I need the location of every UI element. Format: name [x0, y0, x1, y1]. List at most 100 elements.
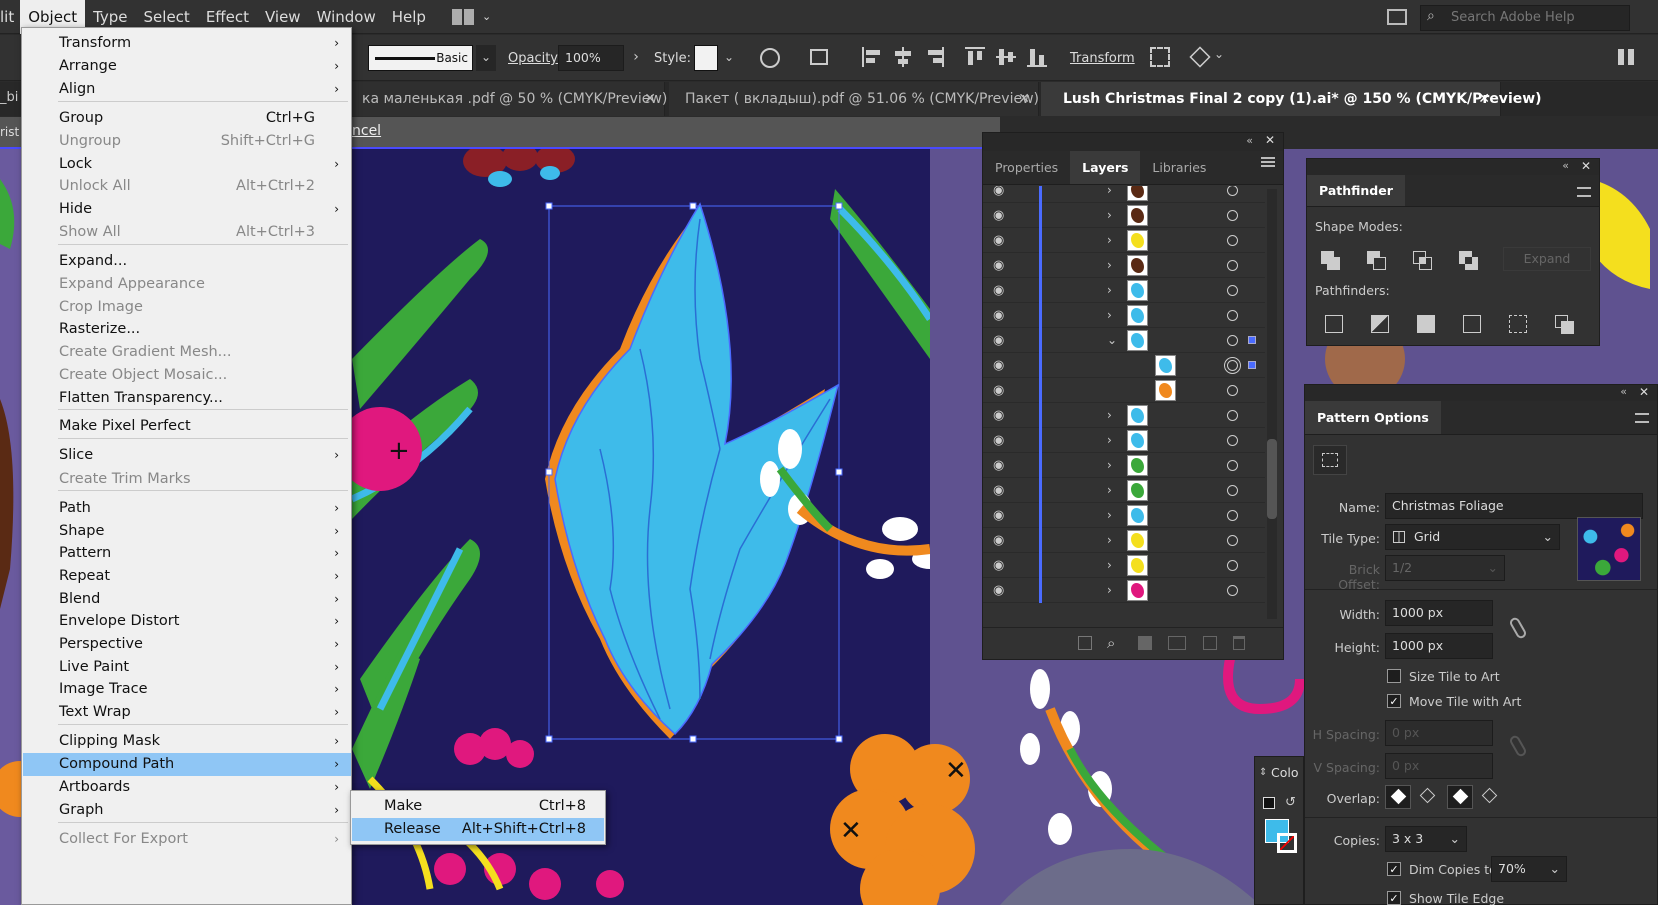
target-circle-icon[interactable]	[1227, 435, 1238, 446]
stroke-color-swatch[interactable]	[1277, 833, 1297, 853]
target-circle-icon[interactable]	[1227, 335, 1238, 346]
submenu-item-make[interactable]: Make Ctrl+8	[352, 795, 604, 818]
tab-pattern-options[interactable]: Pattern Options	[1305, 401, 1441, 434]
tab-pathfinder[interactable]: Pathfinder	[1307, 175, 1405, 206]
chevron-down-icon[interactable]: ⌄	[1107, 333, 1117, 347]
layer-row[interactable]: ◉ ›	[983, 278, 1265, 303]
visibility-eye-icon[interactable]: ◉	[993, 409, 1011, 422]
tab-document-1[interactable]: ка маленькая .pdf @ 50 % (CMYK/Preview) …	[350, 82, 667, 116]
layer-row[interactable]: ◉ ›	[983, 478, 1265, 503]
target-circle-icon[interactable]	[1227, 235, 1238, 246]
pattern-tile-tool-button[interactable]	[1313, 445, 1347, 475]
close-icon[interactable]: ✕	[1581, 159, 1591, 173]
tab-layers[interactable]: Layers	[1070, 151, 1141, 184]
tab-properties[interactable]: Properties	[983, 151, 1070, 184]
chevron-right-icon[interactable]: ›	[1107, 408, 1112, 422]
target-circle-icon[interactable]	[1227, 410, 1238, 421]
chevron-right-icon[interactable]: ›	[1107, 558, 1112, 572]
chevron-right-icon[interactable]: ›	[1107, 533, 1112, 547]
clipping-mask-icon[interactable]	[1138, 636, 1152, 650]
visibility-eye-icon[interactable]: ◉	[993, 484, 1011, 497]
overlap-bottom-in-front-icon[interactable]	[1477, 785, 1503, 809]
new-layer-icon[interactable]	[1203, 636, 1217, 650]
workspace-switcher-icon[interactable]	[451, 8, 474, 25]
trim-icon[interactable]	[1371, 315, 1389, 333]
menu-item-group[interactable]: Group Ctrl+G	[23, 107, 351, 130]
menu-help[interactable]: Help	[384, 0, 434, 34]
menu-item-transform[interactable]: Transform ›	[23, 32, 351, 55]
tab-document-2[interactable]: Пакет ( вкладыш).pdf @ 51.06 % (CMYK/Pre…	[669, 82, 1039, 116]
graphic-style-swatch[interactable]	[694, 45, 718, 71]
layer-row[interactable]: ◉ ›	[983, 186, 1265, 203]
pattern-name-field[interactable]: Christmas Foliage	[1385, 493, 1643, 519]
panel-grid-icon[interactable]	[1618, 49, 1634, 65]
collapse-icon[interactable]: «	[1562, 159, 1569, 172]
layer-row[interactable]: ◉ ›	[983, 228, 1265, 253]
target-circle-icon[interactable]	[1227, 510, 1238, 521]
visibility-eye-icon[interactable]: ◉	[993, 384, 1011, 397]
target-circle-icon[interactable]	[1227, 535, 1238, 546]
target-circle-icon[interactable]	[1227, 560, 1238, 571]
artboard-options-icon[interactable]	[810, 49, 828, 65]
visibility-eye-icon[interactable]: ◉	[993, 284, 1011, 297]
chevron-right-icon[interactable]: ›	[1107, 583, 1112, 597]
visibility-eye-icon[interactable]: ◉	[993, 209, 1011, 222]
layer-row[interactable]: ◉ ⌄	[983, 328, 1265, 353]
minus-back-icon[interactable]	[1555, 315, 1574, 334]
panel-menu-icon[interactable]	[1261, 157, 1275, 167]
menu-item-lock[interactable]: Lock ›	[23, 153, 351, 176]
isolate-selected-icon[interactable]	[1150, 47, 1170, 67]
menu-item-expand[interactable]: Expand...	[23, 250, 351, 273]
align-right-icon[interactable]	[924, 47, 944, 67]
menu-item-align[interactable]: Align ›	[23, 78, 351, 101]
align-left-icon[interactable]	[862, 47, 882, 67]
chevron-right-icon[interactable]: ›	[1107, 233, 1112, 247]
selection-indicator[interactable]	[1248, 336, 1256, 344]
overlap-left-in-front-icon[interactable]	[1385, 785, 1411, 809]
chevron-right-icon[interactable]: ›	[1107, 283, 1112, 297]
tile-type-select[interactable]: Grid ⌄	[1385, 524, 1560, 550]
chevron-right-icon[interactable]: ›	[626, 45, 646, 71]
menu-item-compound-path[interactable]: Compound Path ›	[23, 753, 351, 776]
copies-select[interactable]: 3 x 3 ⌄	[1385, 826, 1467, 852]
menu-item-clipping-mask[interactable]: Clipping Mask ›	[23, 730, 351, 753]
crop-icon[interactable]	[1463, 315, 1481, 333]
menu-item-repeat[interactable]: Repeat ›	[23, 565, 351, 588]
menu-item-perspective[interactable]: Perspective ›	[23, 633, 351, 656]
intersect-icon[interactable]	[1413, 251, 1435, 273]
target-circle-icon[interactable]	[1227, 385, 1238, 396]
visibility-eye-icon[interactable]: ◉	[993, 334, 1011, 347]
opacity-field[interactable]: 100%	[558, 45, 624, 71]
menu-item-live-paint[interactable]: Live Paint ›	[23, 656, 351, 679]
overlap-top-in-front-icon[interactable]	[1447, 785, 1473, 809]
dim-copies-field[interactable]: 70% ⌄	[1491, 856, 1567, 882]
close-icon[interactable]: ✕	[1639, 385, 1649, 399]
menu-item-graph[interactable]: Graph ›	[23, 799, 351, 822]
visibility-eye-icon[interactable]: ◉	[993, 359, 1011, 372]
width-field[interactable]: 1000 px	[1385, 600, 1493, 626]
visibility-eye-icon[interactable]: ◉	[993, 509, 1011, 522]
recolor-artwork-icon[interactable]	[760, 48, 780, 68]
chevron-right-icon[interactable]: ›	[1107, 433, 1112, 447]
target-circle-icon[interactable]	[1227, 310, 1238, 321]
color-panel-label[interactable]: Colo	[1271, 765, 1299, 780]
visibility-eye-icon[interactable]: ◉	[993, 559, 1011, 572]
size-tile-to-art-checkbox[interactable]	[1387, 669, 1401, 683]
layer-row[interactable]: ◉ ›	[983, 528, 1265, 553]
close-icon[interactable]: ✕	[644, 82, 656, 116]
target-circle-icon[interactable]	[1227, 210, 1238, 221]
layer-row[interactable]: ◉ ›	[983, 428, 1265, 453]
chevron-right-icon[interactable]: ›	[1107, 458, 1112, 472]
close-icon[interactable]: ✕	[1265, 133, 1275, 147]
chevron-right-icon[interactable]: ›	[1107, 483, 1112, 497]
default-colors-icon[interactable]	[1263, 797, 1275, 809]
merge-icon[interactable]	[1417, 315, 1435, 333]
close-icon[interactable]: ✕	[1478, 82, 1490, 116]
outline-icon[interactable]	[1509, 315, 1527, 333]
collapse-icon[interactable]: «	[1246, 134, 1253, 147]
search-icon[interactable]: ⌕	[1107, 634, 1115, 652]
new-sublayer-icon[interactable]	[1168, 636, 1186, 650]
menu-item-path[interactable]: Path ›	[23, 497, 351, 520]
target-circle-icon[interactable]	[1227, 460, 1238, 471]
visibility-eye-icon[interactable]: ◉	[993, 434, 1011, 447]
